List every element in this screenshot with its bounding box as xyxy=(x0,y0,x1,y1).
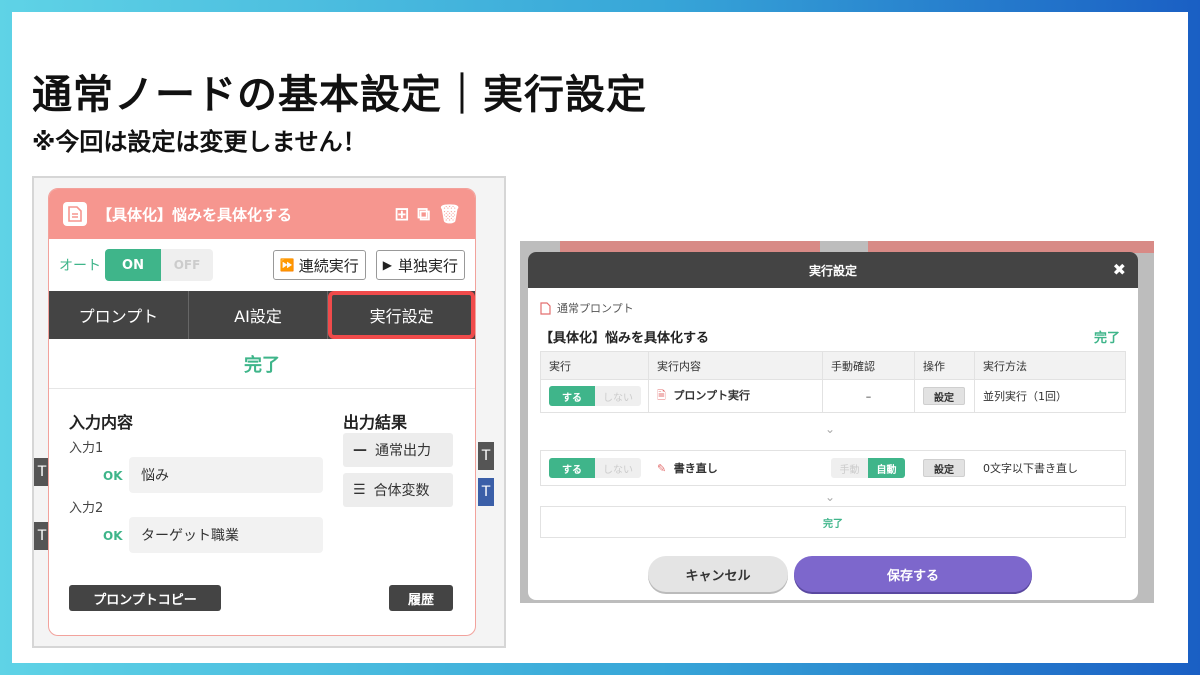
page-subtitle: ※今回は設定は変更しません！ xyxy=(32,128,367,156)
input-1-ok: OK xyxy=(103,469,123,483)
normal-output-button[interactable]: — 通常出力 xyxy=(343,433,453,467)
breadcrumb: 通常プロンプト xyxy=(540,300,634,316)
table-row: する しない ✎ 書き直し 手動 自動 設定 0文字以下書き直し xyxy=(540,450,1126,486)
edge-connector: T xyxy=(478,442,494,470)
document-icon xyxy=(63,202,87,226)
column-header: 実行方法 xyxy=(974,351,1126,380)
modal-status: 完了 xyxy=(1093,331,1120,346)
node-header: 【具体化】悩みを具体化する ⊞ ⧉ 🗑 xyxy=(49,189,475,239)
close-icon[interactable]: ✖ xyxy=(1113,260,1126,279)
input-1-field[interactable]: 悩み xyxy=(129,457,323,493)
table-header-row: 実行 実行内容 手動確認 操作 実行方法 xyxy=(540,351,1126,380)
cancel-button[interactable]: キャンセル xyxy=(648,556,788,592)
prompt-copy-button[interactable]: プロンプトコピー xyxy=(69,585,221,611)
execute-toggle[interactable]: する しない xyxy=(549,458,641,478)
final-step: 完了 xyxy=(540,506,1126,538)
page-title: 通常ノードの基本設定｜実行設定 xyxy=(32,72,647,118)
column-header: 手動確認 xyxy=(822,351,915,380)
execution-settings-modal: 実行設定 ✖ 通常プロンプト 【具体化】悩みを具体化する 完了 実行 実行内容 … xyxy=(528,252,1138,600)
chevron-down-icon: ⌄ xyxy=(825,490,836,504)
document-icon: 🗎 xyxy=(657,388,666,402)
io-area: 入力内容 入力1 OK 悩み 入力2 OK ターゲット職業 出力結果 — 通常出… xyxy=(49,389,475,635)
node-screenshot: T T T T 【具体化】悩みを具体化する ⊞ ⧉ 🗑 オート ON OFF ⏩… xyxy=(32,176,506,648)
column-header: 実行内容 xyxy=(648,351,823,380)
chevron-down-icon: ⌄ xyxy=(825,422,836,436)
tab-execution-settings[interactable]: 実行設定 xyxy=(328,291,475,339)
node-card: 【具体化】悩みを具体化する ⊞ ⧉ 🗑 オート ON OFF ⏩ 連続実行 ▶ … xyxy=(48,188,476,636)
settings-button[interactable]: 設定 xyxy=(923,387,965,405)
input-2-label: 入力2 xyxy=(69,501,104,516)
toggle-off[interactable]: OFF xyxy=(161,249,213,281)
input-1-label: 入力1 xyxy=(69,441,104,456)
play-icon: ▶ xyxy=(382,258,392,272)
steps-table: 実行 実行内容 手動確認 操作 実行方法 する しない 🗎 プロンプト実行 – … xyxy=(540,351,1126,413)
status-label: 完了 xyxy=(49,339,475,389)
node-title: 【具体化】悩みを具体化する xyxy=(97,205,293,224)
edge-connector: T xyxy=(478,478,494,506)
modal-title: 実行設定 xyxy=(808,263,857,278)
continuous-run-button[interactable]: ⏩ 連続実行 xyxy=(272,250,366,280)
save-button[interactable]: 保存する xyxy=(794,556,1032,592)
manual-auto-toggle[interactable]: 手動 自動 xyxy=(831,458,905,478)
history-button[interactable]: 履歴 xyxy=(389,585,453,611)
fast-forward-icon: ⏩ xyxy=(279,258,295,272)
run-controls: オート ON OFF ⏩ 連続実行 ▶ 単独実行 xyxy=(49,239,475,291)
auto-toggle[interactable]: ON OFF xyxy=(105,249,213,281)
execute-toggle[interactable]: する しない xyxy=(549,386,641,406)
document-icon xyxy=(540,301,551,315)
list-icon: ☰ xyxy=(353,482,366,498)
minus-icon: — xyxy=(353,442,367,458)
add-icon[interactable]: ⊞ xyxy=(394,204,409,225)
slide: 通常ノードの基本設定｜実行設定 ※今回は設定は変更しません！ T T T T 【… xyxy=(12,12,1188,663)
auto-label: オート xyxy=(59,258,101,274)
modal-screenshot: 実行設定 ✖ 通常プロンプト 【具体化】悩みを具体化する 完了 実行 実行内容 … xyxy=(520,241,1154,603)
input-heading: 入力内容 xyxy=(69,413,134,432)
pencil-icon: ✎ xyxy=(657,462,667,475)
output-heading: 出力結果 xyxy=(343,413,408,432)
input-2-ok: OK xyxy=(103,529,123,543)
settings-button[interactable]: 設定 xyxy=(923,459,965,477)
tab-ai-settings[interactable]: AI設定 xyxy=(189,291,329,339)
column-header: 実行 xyxy=(540,351,649,380)
input-2-field[interactable]: ターゲット職業 xyxy=(129,517,323,553)
tab-prompt[interactable]: プロンプト xyxy=(49,291,189,339)
single-run-button[interactable]: ▶ 単独実行 xyxy=(375,250,465,280)
trash-icon[interactable]: 🗑 xyxy=(438,204,461,225)
modal-node-name: 【具体化】悩みを具体化する xyxy=(540,331,710,346)
node-tabs: プロンプト AI設定 実行設定 xyxy=(49,291,475,339)
toggle-on[interactable]: ON xyxy=(105,249,161,281)
modal-header: 実行設定 ✖ xyxy=(528,252,1138,288)
table-row: する しない 🗎 プロンプト実行 – 設定 並列実行（1回） xyxy=(540,379,1126,413)
column-header: 操作 xyxy=(914,351,975,380)
combined-variable-button[interactable]: ☰ 合体変数 xyxy=(343,473,453,507)
copy-icon[interactable]: ⧉ xyxy=(417,204,430,225)
